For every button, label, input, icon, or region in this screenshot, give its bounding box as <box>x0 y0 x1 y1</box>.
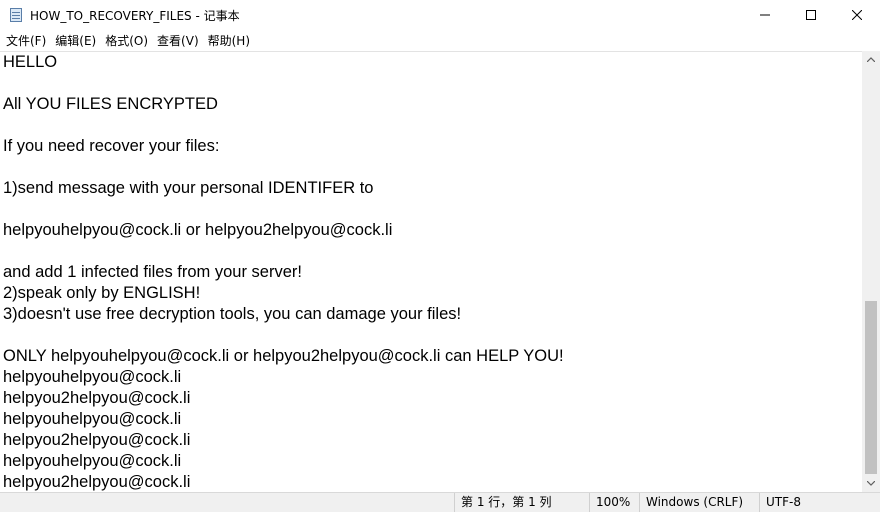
text-line[interactable]: helpyou2helpyou@cock.li <box>3 430 862 451</box>
minimize-icon <box>760 14 770 16</box>
menu-bar: 文件(F) 编辑(E) 格式(O) 查看(V) 帮助(H) <box>0 30 880 51</box>
text-line[interactable]: helpyouhelpyou@cock.li <box>3 367 862 388</box>
scroll-up-button[interactable] <box>862 51 880 68</box>
chevron-down-icon <box>867 481 875 486</box>
title-bar[interactable]: HOW_TO_RECOVERY_FILES - 记事本 <box>0 0 880 30</box>
status-bar: 第 1 行，第 1 列 100% Windows (CRLF) UTF-8 <box>0 492 880 512</box>
text-line[interactable] <box>3 325 862 346</box>
cursor-position: 第 1 行，第 1 列 <box>454 493 589 512</box>
editor-text[interactable]: HELLO All YOU FILES ENCRYPTED If you need … <box>0 52 862 492</box>
scroll-down-button[interactable] <box>862 475 880 492</box>
notepad-icon <box>8 7 24 23</box>
text-editor[interactable]: HELLO All YOU FILES ENCRYPTED If you need … <box>0 51 862 492</box>
text-line[interactable] <box>3 157 862 178</box>
window-title: HOW_TO_RECOVERY_FILES - 记事本 <box>30 8 240 23</box>
minimize-button[interactable] <box>742 0 788 30</box>
maximize-button[interactable] <box>788 0 834 30</box>
text-line[interactable]: 3)doesn't use free decryption tools, you… <box>3 304 862 325</box>
text-line[interactable]: helpyouhelpyou@cock.li <box>3 451 862 472</box>
text-line[interactable]: helpyou2helpyou@cock.li <box>3 388 862 409</box>
text-line[interactable]: All YOU FILES ENCRYPTED <box>3 94 862 115</box>
text-line[interactable]: and add 1 infected files from your serve… <box>3 262 862 283</box>
text-line[interactable] <box>3 241 862 262</box>
text-line[interactable]: helpyouhelpyou@cock.li or helpyou2helpyo… <box>3 220 862 241</box>
text-line[interactable]: 2)speak only by ENGLISH! <box>3 283 862 304</box>
text-line[interactable]: helpyou2helpyou@cock.li <box>3 472 862 492</box>
text-line[interactable]: ONLY helpyouhelpyou@cock.li or helpyou2h… <box>3 346 862 367</box>
scroll-thumb[interactable] <box>865 301 877 474</box>
chevron-up-icon <box>867 57 875 62</box>
close-button[interactable] <box>834 0 880 30</box>
menu-format[interactable]: 格式(O) <box>103 31 154 51</box>
maximize-icon <box>806 10 816 20</box>
window-controls <box>742 0 880 30</box>
zoom-level: 100% <box>589 493 639 512</box>
text-line[interactable]: If you need recover your files: <box>3 136 862 157</box>
menu-file[interactable]: 文件(F) <box>4 31 52 51</box>
text-line[interactable] <box>3 115 862 136</box>
text-line[interactable]: helpyouhelpyou@cock.li <box>3 409 862 430</box>
menu-edit[interactable]: 编辑(E) <box>53 31 102 51</box>
close-icon <box>852 10 862 20</box>
line-ending: Windows (CRLF) <box>639 493 759 512</box>
vertical-scrollbar[interactable] <box>862 51 880 492</box>
encoding: UTF-8 <box>759 493 862 512</box>
menu-view[interactable]: 查看(V) <box>155 31 205 51</box>
text-line[interactable]: 1)send message with your personal IDENTI… <box>3 178 862 199</box>
menu-help[interactable]: 帮助(H) <box>206 31 256 51</box>
text-line[interactable] <box>3 73 862 94</box>
text-line[interactable]: HELLO <box>3 52 862 73</box>
text-line[interactable] <box>3 199 862 220</box>
